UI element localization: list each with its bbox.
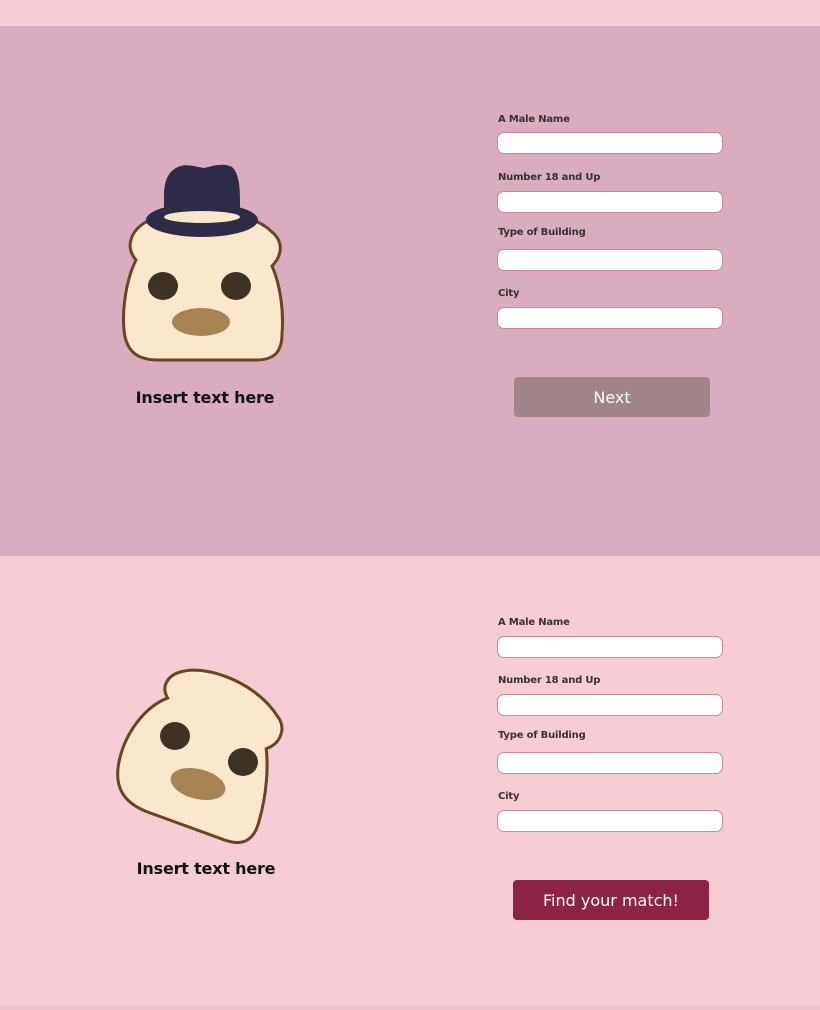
eye-left (160, 722, 190, 750)
card-step-two: Insert text here A Male Name Number 18 a… (0, 556, 820, 1006)
number-input[interactable] (497, 694, 723, 716)
top-strip (0, 0, 820, 26)
field-label-number: Number 18 and Up (498, 675, 601, 686)
eye-right (221, 272, 251, 300)
field-label-male-name: A Male Name (498, 114, 570, 125)
field-label-male-name: A Male Name (498, 617, 570, 628)
male-name-input[interactable] (497, 132, 723, 154)
building-input[interactable] (497, 249, 723, 271)
city-input[interactable] (497, 307, 723, 329)
city-input[interactable] (497, 810, 723, 832)
next-button[interactable]: Next (514, 377, 710, 417)
building-input[interactable] (497, 752, 723, 774)
number-input[interactable] (497, 191, 723, 213)
eye-right (228, 748, 258, 776)
mascot-caption: Insert text here (135, 388, 275, 407)
toast-with-hat-icon (122, 164, 284, 362)
field-label-number: Number 18 and Up (498, 172, 601, 183)
male-name-input[interactable] (497, 636, 723, 658)
eye-left (148, 272, 178, 300)
find-match-button[interactable]: Find your match! (513, 880, 709, 920)
field-label-city: City (498, 791, 520, 802)
field-label-building: Type of Building (498, 730, 586, 741)
field-label-building: Type of Building (498, 227, 586, 238)
field-label-city: City (498, 288, 520, 299)
mascot-caption: Insert text here (136, 859, 276, 878)
toast-tilted-icon (116, 668, 284, 845)
card-step-one: Insert text here A Male Name Number 18 a… (0, 26, 820, 556)
bottom-strip (0, 1006, 820, 1010)
snout (172, 308, 230, 336)
